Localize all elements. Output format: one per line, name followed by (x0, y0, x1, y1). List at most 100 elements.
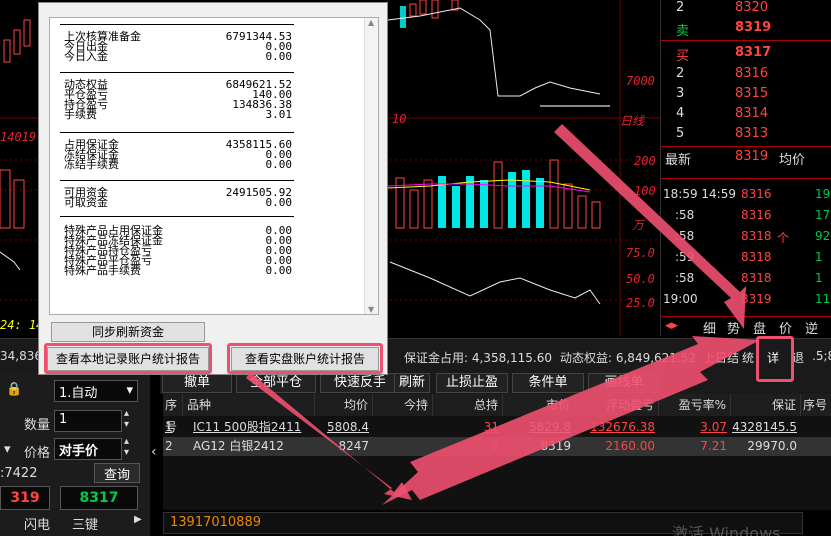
volume-bar (423, 179, 433, 229)
line-order-button[interactable]: 画线单 (588, 373, 660, 393)
settle-suffix: 统 (742, 351, 755, 365)
three-key-tab[interactable]: 三键 (72, 514, 98, 533)
bid-row[interactable]: 4 8314 (661, 106, 831, 126)
row-market: 8319 (540, 439, 571, 453)
tab-detail[interactable]: 细 (703, 318, 716, 337)
col-header-pnl[interactable]: 浮动盈亏 (575, 394, 659, 416)
col-header-total[interactable]: 总持 (433, 394, 503, 416)
fund-value: 0.00 (265, 50, 293, 63)
ask-price: 8319 (735, 20, 772, 35)
buy-price-button[interactable]: 8317 (60, 486, 138, 510)
fund-key: 特殊产品手续费 (64, 264, 141, 277)
sell-price-button[interactable]: 319 (0, 486, 50, 510)
price-type-input[interactable]: 对手价 (54, 438, 122, 460)
status-left-value: 34,836 (0, 349, 42, 363)
fund-row: 冻结手续费 0.00 (60, 158, 294, 171)
table-row[interactable]: 1 IC11 500股指2411 5808.4 31 5829.8 132676… (163, 418, 831, 437)
col-header-margin[interactable]: 保证 (731, 394, 801, 416)
qty-stepper-icon[interactable]: ▴ ▾ (124, 408, 129, 430)
chevron-down-icon: ▾ (126, 383, 133, 398)
tab-price[interactable]: 价 (779, 318, 792, 337)
tick-volume: 19 (815, 187, 831, 201)
row-pnl: 132676.38 (590, 420, 655, 434)
qty-input[interactable]: 1 (54, 410, 122, 432)
play-icon[interactable]: ▶ (134, 514, 142, 525)
scroll-down-icon[interactable]: ▼ (368, 305, 374, 314)
bid-row[interactable]: 5 8313 (661, 126, 831, 146)
latest-row: 最新 8319 均价 (661, 149, 831, 169)
bid-row[interactable]: 2 8316 (661, 66, 831, 86)
row-name: IC11 500股指2411 (193, 420, 302, 434)
latest-price: 8319 (735, 149, 769, 164)
query-button[interactable]: 查询 (94, 463, 140, 483)
fund-key: 手续费 (64, 108, 97, 121)
price-label: 价格 (24, 446, 51, 461)
table-row[interactable]: 2 AG12 白银2412 8247 2 8319 2160.00 7.21 2… (163, 437, 831, 456)
special-group: 特殊产品占用保证金 0.00 特殊产品冻结保证金 0.00 特殊产品持仓盈亏 0.00… (60, 225, 294, 277)
tick-row: :58 8316 17 (661, 208, 831, 229)
dialog-scrollbar[interactable]: ▲ ▼ (364, 18, 378, 314)
fund-row: 特殊产品手续费 0.00 (60, 264, 294, 277)
scroll-up-icon[interactable]: ▲ (368, 18, 374, 27)
highlight-real-report (227, 343, 383, 374)
book-tabs: ◂▸ 细 势 盘 价 逆 (661, 316, 831, 337)
bid-price: 8313 (735, 126, 769, 141)
tick-row: :58 8318 个 92 (661, 229, 831, 250)
ask-row[interactable]: 2 8320 (661, 0, 831, 20)
sync-refresh-button[interactable]: 同步刷新资金 (51, 322, 205, 342)
tab-trend[interactable]: 势 (727, 318, 740, 337)
volume-bar (13, 179, 25, 229)
bid-price: 8315 (735, 86, 769, 101)
indicator-line (389, 261, 601, 305)
col-header-index[interactable]: 序号 (163, 394, 183, 434)
stop-loss-button[interactable]: 止损止盈 (436, 373, 508, 393)
collapse-left-icon[interactable]: ‹ (151, 444, 157, 460)
prev-arrow-icon[interactable]: ◂▸ (665, 318, 678, 333)
ask-row[interactable]: 卖 8319 (661, 20, 831, 40)
settle-label: 上日结 (703, 351, 740, 365)
col-header-today[interactable]: 今持 (373, 394, 433, 416)
flash-mode-tab[interactable]: 闪电 (24, 514, 50, 533)
tick-price: 8318 (741, 271, 772, 285)
refresh-button[interactable]: 刷新 (394, 373, 430, 393)
ask-price: 8320 (735, 0, 769, 15)
tick-time: :58 (675, 271, 695, 285)
contract-select[interactable]: 1.自动 ▾ (54, 380, 138, 402)
ma-value-label-right: 10 (392, 112, 407, 126)
conditional-order-button[interactable]: 条件单 (512, 373, 584, 393)
bid-price: 8316 (735, 66, 769, 81)
ma-value-label: 14019 (0, 130, 37, 144)
dropdown-icon[interactable]: ▾ (4, 442, 11, 457)
price-stepper-icon[interactable]: ▴ ▾ (124, 436, 129, 458)
bid-row[interactable]: 3 8315 (661, 86, 831, 106)
tick-volume: 92 (815, 229, 831, 243)
margin-status: 保证金占用: 4,358,115.60 (404, 351, 553, 365)
tab-reverse[interactable]: 逆 (805, 318, 818, 337)
price-axis-label: 25.0 (626, 296, 655, 310)
quick-reverse-button[interactable]: 快速反手 (320, 373, 400, 393)
row-margin: 29970.0 (747, 439, 797, 453)
col-header-rate[interactable]: 盈亏率% (659, 394, 731, 416)
bid-row[interactable]: 买 8317 (661, 45, 831, 65)
equity-status: 动态权益: 6,849,621.52 (560, 351, 697, 365)
fund-key: 冻结手续费 (64, 158, 119, 171)
fund-value: 0.00 (265, 264, 293, 277)
lock-icon[interactable]: 🔒 (6, 382, 22, 397)
tick-row: :59 8318 1 (661, 250, 831, 271)
tick-volume: 1 (815, 250, 823, 264)
row-total: 31 (483, 420, 499, 434)
col-header-name[interactable]: 品种 (183, 394, 315, 416)
price-axis-label: 7000 (626, 74, 655, 88)
price-axis-label: 75.0 (626, 246, 655, 260)
col-header-market[interactable]: 市价 (503, 394, 575, 416)
row-rate: 3.07 (700, 420, 727, 434)
tab-book[interactable]: 盘 (753, 318, 766, 337)
candle (419, 0, 427, 15)
cancel-order-button[interactable]: 撤单 (162, 373, 232, 393)
close-all-button[interactable]: 全部平仓 (236, 373, 316, 393)
position-toolbar: 撤单 全部平仓 快速反手 刷新 止损止盈 条件单 画线单 (160, 372, 831, 394)
volume-bar (493, 161, 503, 229)
col-header-index2[interactable]: 序号 (801, 394, 831, 416)
col-header-avg[interactable]: 均价 (315, 394, 373, 416)
candle (409, 3, 417, 17)
